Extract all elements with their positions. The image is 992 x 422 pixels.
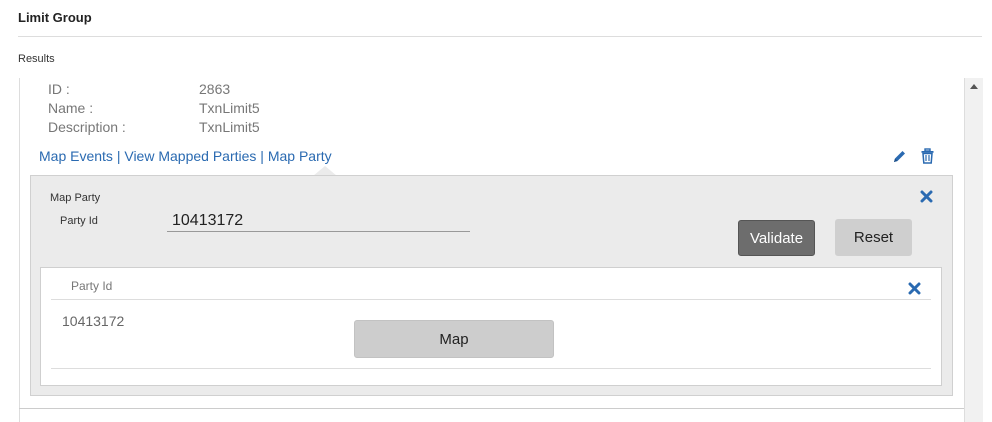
map-events-link[interactable]: Map Events (39, 148, 113, 164)
party-id-cell: 10413172 (62, 313, 125, 329)
title-divider (18, 36, 982, 37)
party-id-column-header: Party Id (71, 279, 113, 293)
record-name-value: TxnLimit5 (199, 100, 260, 116)
page-title: Limit Group (18, 10, 92, 25)
scroll-up-icon[interactable] (970, 84, 978, 89)
action-links: Map Events | View Mapped Parties | Map P… (39, 148, 332, 164)
map-party-title: Map Party (50, 192, 101, 204)
results-bottom-divider (19, 408, 964, 409)
table-row-divider (51, 368, 931, 369)
close-icon[interactable] (908, 282, 921, 300)
record-description-label: Description : (48, 119, 126, 135)
close-icon[interactable] (920, 190, 933, 208)
link-separator: | (256, 148, 268, 164)
record-id-value: 2863 (199, 81, 231, 97)
map-party-link[interactable]: Map Party (268, 148, 332, 164)
view-mapped-parties-link[interactable]: View Mapped Parties (124, 148, 256, 164)
record-description-value: TxnLimit5 (199, 119, 260, 135)
scrollbar[interactable] (964, 78, 983, 422)
link-separator: | (112, 148, 125, 164)
pencil-icon[interactable] (892, 149, 907, 169)
record-name-label: Name : (48, 100, 94, 116)
map-button[interactable]: Map (354, 320, 554, 358)
reset-button[interactable]: Reset (835, 219, 912, 256)
table-header-divider (51, 299, 931, 300)
results-label: Results (18, 53, 55, 65)
party-id-input[interactable] (167, 210, 470, 232)
validate-button[interactable]: Validate (738, 220, 815, 256)
record-id-label: ID : (48, 81, 70, 97)
trash-icon[interactable] (920, 148, 935, 169)
party-id-label: Party Id (60, 215, 98, 227)
